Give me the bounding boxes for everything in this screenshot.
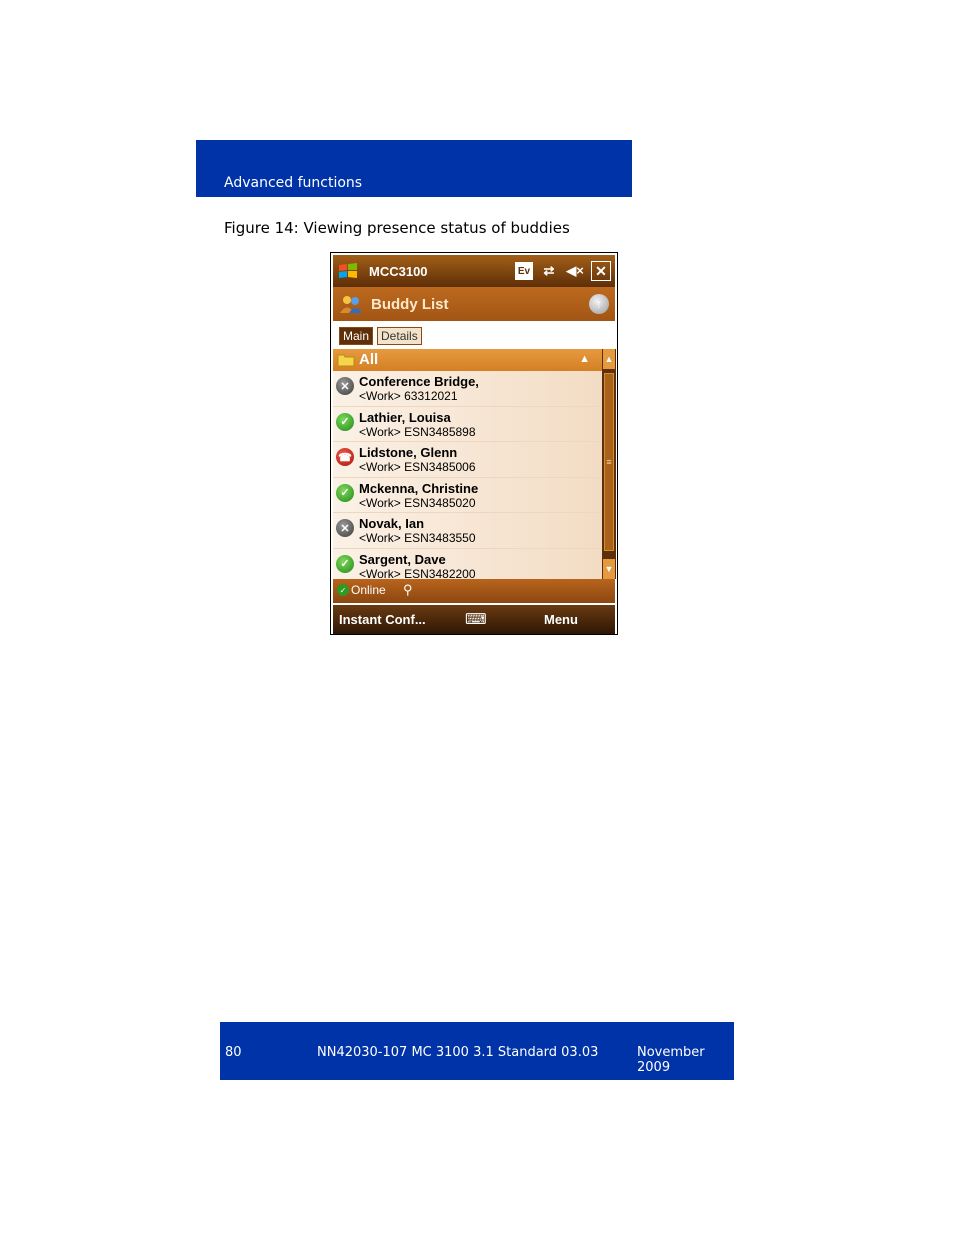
group-header[interactable]: All ▲	[333, 349, 602, 371]
group-label: All	[359, 351, 379, 368]
offline-status-icon: ✕	[336, 519, 354, 537]
buddy-name: Lidstone, Glenn	[359, 445, 458, 460]
windows-start-icon[interactable]	[337, 261, 359, 281]
instant-conference-softkey[interactable]: Instant Conf...	[339, 612, 426, 627]
offline-status-icon: ✕	[336, 377, 354, 395]
buddy-name: Sargent, Dave	[359, 551, 446, 567]
tab-details[interactable]: Details	[377, 327, 422, 345]
buddy-number: <Work> ESN3485898	[359, 424, 476, 439]
online-status-icon: ✓	[336, 554, 354, 573]
header-bar: Advanced functions	[196, 140, 632, 197]
buddy-number: <Work> 63312021	[359, 389, 458, 403]
list-item[interactable]: ✕ Novak, Ian <Work> ESN3483550	[333, 513, 602, 549]
buddies-icon	[340, 296, 362, 313]
menu-softkey[interactable]: Menu	[544, 612, 578, 627]
buddy-name: Mckenna, Christine	[359, 480, 479, 496]
search-icon[interactable]: ⚲	[403, 582, 413, 598]
speaker-mute-icon[interactable]: ◀×	[565, 261, 585, 281]
title-bar: MCC3100 Ev ⇄ ◀× ✕	[333, 255, 615, 287]
connectivity-icon[interactable]: ⇄	[539, 261, 559, 281]
page-number: 80	[225, 1045, 242, 1060]
figure-caption: Figure 14: Viewing presence status of bu…	[224, 219, 570, 237]
list-item[interactable]: ☎ Lidstone, Glenn <Work> ESN3485006	[333, 442, 602, 478]
buddy-number: <Work> ESN3483550	[359, 531, 476, 545]
folder-icon	[337, 354, 355, 367]
ev-icon[interactable]: Ev	[515, 262, 533, 280]
document-id: NN42030-107 MC 3100 3.1 Standard 03.03	[317, 1045, 599, 1060]
buddy-number: <Work> ESN3485006	[359, 460, 476, 474]
buddy-name: Lathier, Louisa	[359, 409, 451, 425]
footer-bar: 80 NN42030-107 MC 3100 3.1 Standard 03.0…	[220, 1022, 734, 1080]
scrollbar-thumb[interactable]: ≡	[604, 373, 614, 551]
list-item[interactable]: ✓ Mckenna, Christine <Work> ESN3485020	[333, 478, 602, 513]
softkey-bar: Instant Conf... ⌨ Menu	[333, 605, 615, 634]
up-arrow-icon[interactable]: ↑	[589, 294, 609, 314]
buddy-name: Novak, Ian	[359, 516, 425, 531]
scroll-up-icon[interactable]: ▲	[603, 349, 615, 369]
tab-main[interactable]: Main	[339, 327, 374, 345]
presence-toolbar: ✓ Online ⚲	[333, 579, 615, 603]
online-status-icon: ✓	[337, 584, 349, 596]
scroll-down-icon[interactable]: ▼	[603, 559, 615, 579]
presence-status-label: Online	[351, 583, 386, 597]
online-status-icon: ✓	[336, 412, 354, 431]
title-icons: Ev ⇄ ◀× ✕	[515, 261, 611, 281]
device-screenshot: MCC3100 Ev ⇄ ◀× ✕ Buddy List ↑ Main Deta…	[330, 252, 618, 635]
list-item[interactable]: ✕ Conference Bridge, <Work> 63312021	[333, 371, 602, 407]
screen-header: Buddy List ↑	[333, 287, 615, 321]
scrollbar[interactable]: ▲ ≡ ▼	[602, 349, 616, 579]
on-call-status-icon: ☎	[336, 448, 354, 466]
keyboard-icon[interactable]: ⌨	[465, 610, 487, 628]
section-title: Advanced functions	[224, 175, 363, 191]
online-status-icon: ✓	[336, 483, 354, 502]
app-name: MCC3100	[369, 264, 428, 279]
buddy-number: <Work> ESN3485020	[359, 495, 476, 510]
close-icon[interactable]: ✕	[591, 261, 611, 281]
buddy-number: <Work> ESN3482200	[359, 566, 476, 580]
collapse-arrow-icon[interactable]: ▲	[579, 353, 590, 365]
buddy-list: ✕ Conference Bridge, <Work> 63312021 ✓ L…	[333, 371, 602, 579]
screen-title: Buddy List	[371, 296, 449, 313]
presence-status-button[interactable]: ✓ Online	[337, 583, 386, 597]
list-item[interactable]: ✓ Sargent, Dave <Work> ESN3482200	[333, 549, 602, 580]
list-item[interactable]: ✓ Lathier, Louisa <Work> ESN3485898	[333, 407, 602, 442]
view-tabs: Main Details	[339, 327, 422, 345]
buddy-name: Conference Bridge,	[359, 374, 479, 389]
publication-date: November 2009	[637, 1045, 705, 1075]
